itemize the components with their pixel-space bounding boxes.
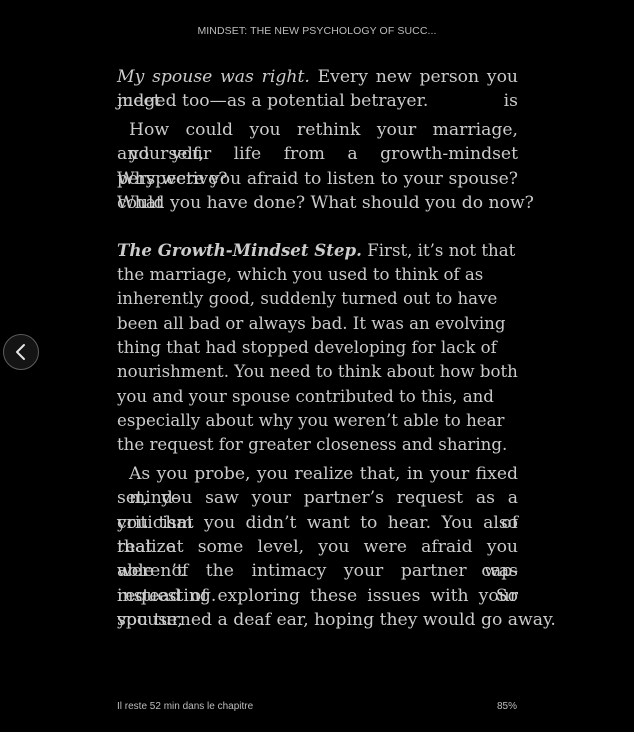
text-line: nourishment. You need to think about how…: [117, 362, 518, 382]
text-line: especially about why you weren’t able to…: [117, 411, 505, 431]
text-line: The Growth-Mindset Step. First, it’s not…: [117, 238, 518, 262]
text-line: thing that had stopped developing for la…: [117, 337, 497, 357]
paragraph-4: As you probe, you realize that, in your …: [117, 462, 556, 633]
previous-page-button[interactable]: [3, 334, 39, 370]
text-line: you turned a deaf ear, hoping they would…: [117, 610, 556, 631]
text-line: you and your spouse contributed to this,…: [117, 386, 494, 406]
paragraph-2: How could you rethink your marriage, you…: [117, 118, 534, 216]
text-line: been all bad or always bad. It was an ev…: [117, 313, 506, 333]
text-line: instead of exploring these issues with y…: [117, 585, 518, 631]
text-line: that at some level, you were afraid you …: [117, 537, 518, 582]
page-content: My spouse was right. Every new person yo…: [117, 65, 556, 633]
section-heading: The Growth-Mindset Step.: [117, 240, 362, 261]
text-line: How could you rethink your marriage, you…: [129, 119, 518, 165]
text-line: could you have done? What should you do …: [117, 192, 534, 213]
chapter-time-remaining: Il reste 52 min dans le chapitre: [117, 701, 254, 712]
text-line: the marriage, which you used to think of…: [117, 264, 484, 284]
text-line: you that you didn’t want to hear. You al…: [117, 512, 518, 558]
paragraph-3: The Growth-Mindset Step. First, it’s not…: [117, 238, 518, 458]
reading-progress: 85%: [497, 701, 518, 712]
text-line: able of the intimacy your partner was re…: [117, 561, 518, 606]
paragraph-1: My spouse was right. Every new person yo…: [117, 65, 518, 114]
text-line: My spouse was right. Every new person yo…: [117, 65, 518, 111]
text-line: set, you saw your partner’s request as a…: [117, 488, 518, 533]
chevron-left-icon: [16, 344, 25, 360]
text-line: the request for greater closeness and sh…: [117, 435, 508, 455]
text-span: First, it’s not that: [367, 241, 516, 261]
book-title: MINDSET: THE NEW PSYCHOLOGY OF SUCC...: [197, 25, 437, 37]
text-line: and your life from a growth-mindset pers…: [117, 144, 518, 189]
text-line: inherently good, suddenly turned out to …: [117, 289, 498, 309]
text-line: As you probe, you realize that, in your …: [129, 463, 518, 509]
emphasis-text: My spouse was right.: [117, 67, 310, 87]
text-line: Why were you afraid to listen to your sp…: [117, 168, 518, 213]
